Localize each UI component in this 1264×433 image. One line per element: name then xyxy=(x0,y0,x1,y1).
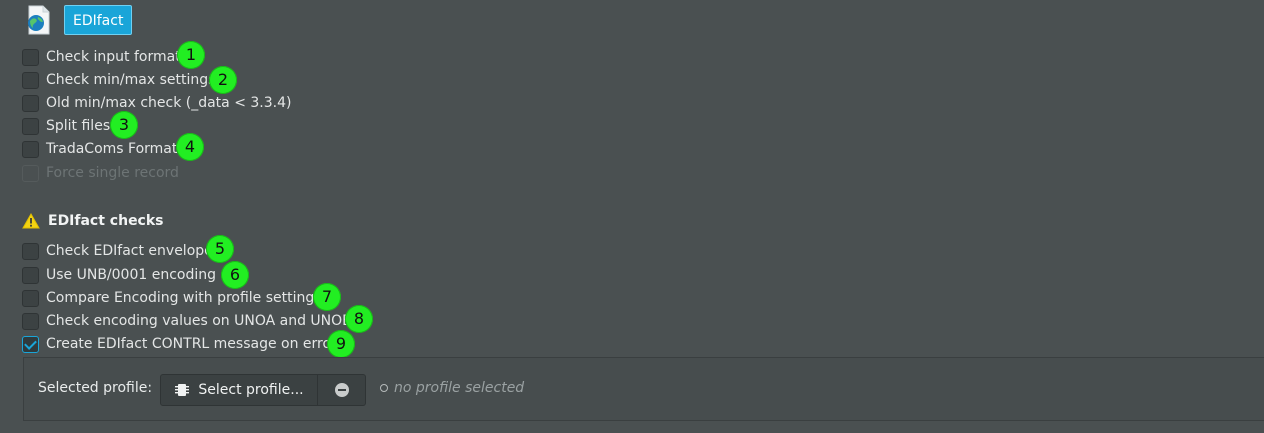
option-check-encoding-values[interactable]: Check encoding values on UNOA and UNOB xyxy=(22,311,352,331)
checkbox[interactable] xyxy=(22,94,39,112)
number-badge: 5 xyxy=(206,235,234,263)
number-badge: 7 xyxy=(313,283,341,311)
profile-panel: Selected profile: Select profile... no p… xyxy=(23,357,1264,421)
option-force-single-record: Force single record xyxy=(22,163,179,183)
checkbox[interactable] xyxy=(22,312,39,330)
section-title-text: EDIfact checks xyxy=(48,213,164,229)
checkbox[interactable] xyxy=(22,48,39,66)
option-label: TradaComs Format xyxy=(46,141,178,157)
checkbox-disabled xyxy=(22,164,39,182)
option-use-unb-encoding[interactable]: Use UNB/0001 encoding xyxy=(22,265,216,285)
option-label: Check input format xyxy=(46,49,181,65)
option-compare-encoding[interactable]: Compare Encoding with profile settings xyxy=(22,288,322,308)
option-label: Force single record xyxy=(46,165,179,181)
number-badge: 9 xyxy=(327,330,355,358)
checkbox[interactable] xyxy=(22,140,39,158)
option-split-files[interactable]: Split files xyxy=(22,116,110,136)
option-create-contrl-message[interactable]: Create EDIfact CONTRL message on error xyxy=(22,334,337,354)
minus-circle-icon xyxy=(334,383,349,397)
section-title-edifact-checks: EDIfact checks xyxy=(22,213,164,229)
option-check-min-max[interactable]: Check min/max settings xyxy=(22,70,215,90)
warning-icon xyxy=(22,213,40,229)
header xyxy=(22,4,54,36)
option-label: Use UNB/0001 encoding xyxy=(46,267,217,283)
option-tradacoms-format[interactable]: TradaComs Format xyxy=(22,139,177,159)
option-label: Compare Encoding with profile settings xyxy=(46,290,322,306)
profile-status: no profile selected xyxy=(380,380,524,396)
chip-icon xyxy=(175,384,190,396)
checkbox[interactable] xyxy=(22,117,39,135)
checkbox-checked[interactable] xyxy=(22,335,39,353)
edifact-tag-button[interactable]: EDIfact xyxy=(64,5,133,35)
select-profile-label: Select profile... xyxy=(198,382,304,398)
circle-dot-icon xyxy=(380,384,388,392)
option-label: Old min/max check (_data < 3.3.4) xyxy=(46,95,292,111)
checkbox[interactable] xyxy=(22,289,39,307)
checkbox[interactable] xyxy=(22,266,39,284)
number-badge: 1 xyxy=(177,41,205,69)
option-label: Check min/max settings xyxy=(46,72,216,88)
checkbox[interactable] xyxy=(22,71,39,89)
clear-profile-button[interactable] xyxy=(318,374,366,406)
option-label: Check encoding values on UNOA and UNOB xyxy=(46,313,352,329)
option-label: Check EDIfact envelope xyxy=(46,243,213,259)
select-profile-button[interactable]: Select profile... xyxy=(160,374,318,406)
profile-status-text: no profile selected xyxy=(394,380,525,396)
option-label: Create EDIfact CONTRL message on error xyxy=(46,336,337,352)
option-check-input-format[interactable]: Check input format xyxy=(22,47,181,67)
number-badge: 6 xyxy=(221,261,249,289)
globe-document-icon xyxy=(22,4,54,36)
option-check-edifact-envelope[interactable]: Check EDIfact envelope xyxy=(22,241,213,261)
selected-profile-label: Selected profile: xyxy=(38,380,153,396)
checkbox[interactable] xyxy=(22,242,39,260)
option-label: Split files xyxy=(46,118,111,134)
number-badge: 3 xyxy=(110,111,138,139)
option-old-min-max[interactable]: Old min/max check (_data < 3.3.4) xyxy=(22,93,291,113)
number-badge: 8 xyxy=(345,305,373,333)
number-badge: 4 xyxy=(176,133,204,161)
number-badge: 2 xyxy=(209,66,237,94)
